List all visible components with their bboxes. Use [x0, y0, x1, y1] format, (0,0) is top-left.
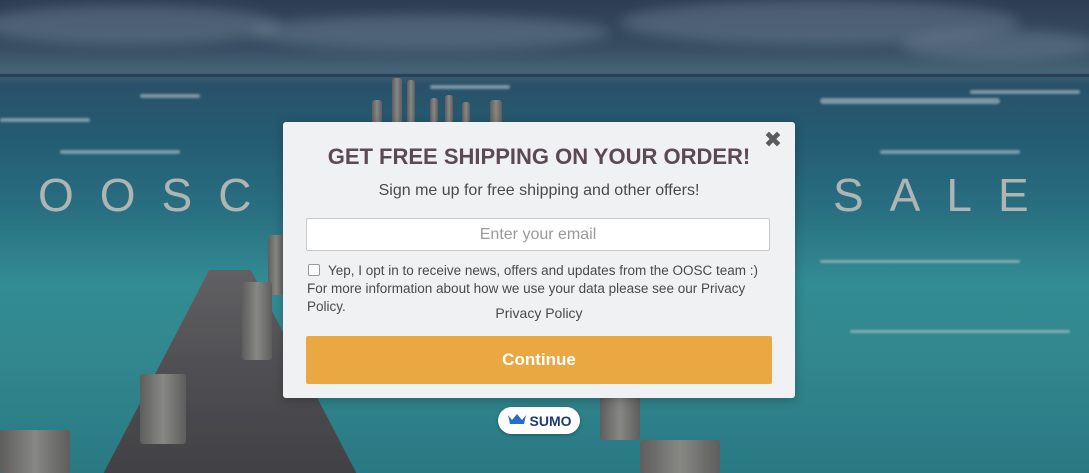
sumo-label: SUMO [529, 412, 572, 429]
crown-icon [507, 412, 527, 430]
privacy-policy-link[interactable]: Privacy Policy [283, 305, 795, 321]
continue-button[interactable]: Continue [306, 336, 772, 384]
email-input[interactable] [306, 218, 770, 251]
sumo-badge[interactable]: SUMO [498, 407, 580, 434]
popup-title: GET FREE SHIPPING ON YOUR ORDER! [327, 144, 751, 169]
optin-checkbox[interactable] [308, 264, 320, 276]
page-background: OOSC S SALE N ✖ GET FREE SHIPPING ON YOU… [0, 0, 1089, 473]
signup-popup: ✖ GET FREE SHIPPING ON YOUR ORDER! Sign … [283, 122, 795, 398]
popup-subtitle: Sign me up for free shipping and other o… [378, 182, 700, 199]
